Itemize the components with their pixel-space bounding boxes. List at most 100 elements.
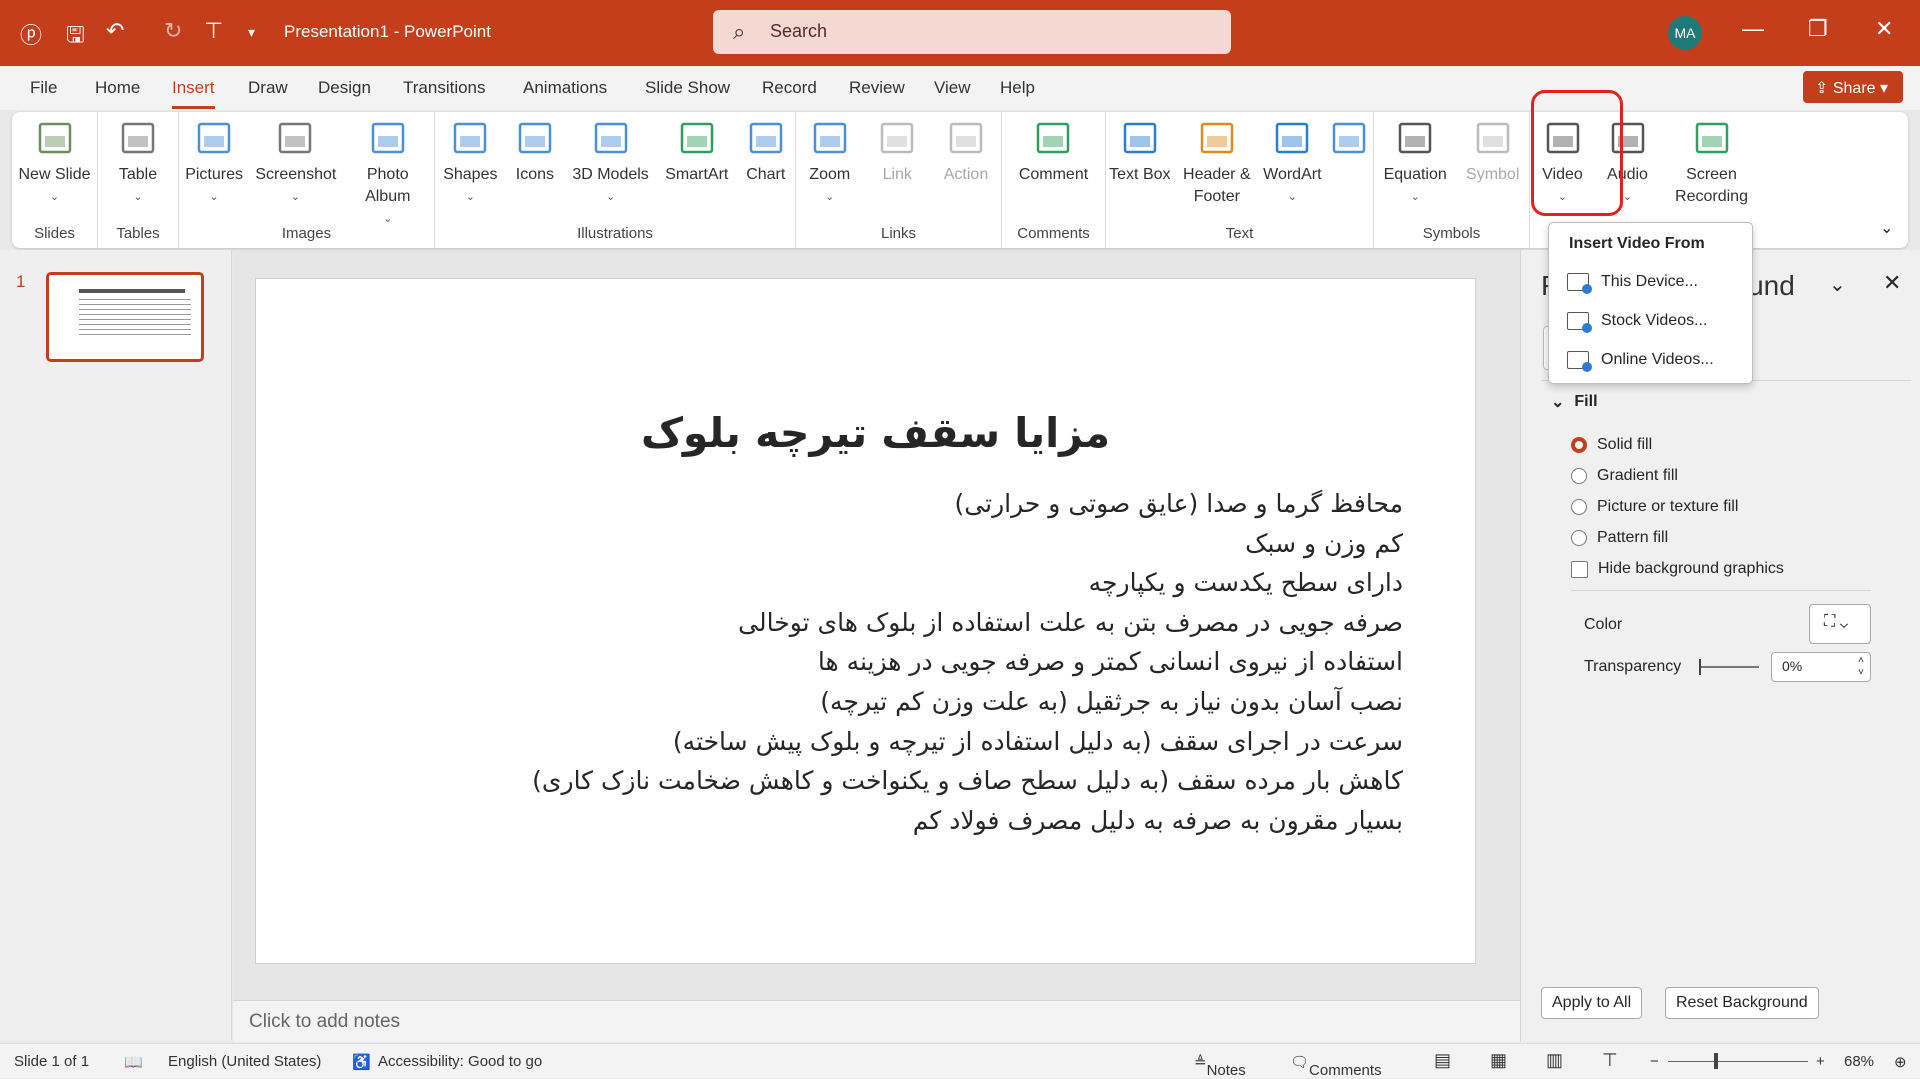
header-footer-button[interactable]: Header & Footer	[1177, 118, 1257, 208]
tab-help[interactable]: Help	[1000, 78, 1035, 98]
share-label: Share	[1832, 80, 1876, 97]
slider-thumb[interactable]	[1699, 659, 1701, 675]
collapse-ribbon-icon[interactable]: ⌄	[1880, 218, 1893, 238]
accessibility-icon[interactable]: ♿	[352, 1053, 371, 1071]
slide-body[interactable]: محافظ گرما و صدا (عایق صوتی و حرارتی) کم …	[532, 484, 1403, 840]
wordart-button[interactable]: WordArt ⌄	[1263, 118, 1322, 208]
fill-option-gradient-fill[interactable]: Gradient fill	[1571, 467, 1678, 485]
share-button[interactable]: ⇪ Share ▾	[1803, 71, 1903, 103]
zoom-button[interactable]: Zoom ⌄	[809, 118, 851, 208]
ribbon-group-comments: Comment Comments	[1002, 112, 1106, 248]
notes-button[interactable]: ≜ Notes	[1194, 1053, 1246, 1079]
chart-button[interactable]: Chart	[745, 118, 787, 208]
slide-thumbnail[interactable]	[46, 272, 204, 362]
radio-button[interactable]	[1571, 468, 1587, 484]
slideshow-icon[interactable]: ⊤	[1602, 1050, 1618, 1071]
zoom-level[interactable]: 68%	[1844, 1053, 1874, 1070]
radio-button[interactable]	[1571, 499, 1587, 515]
reading-view-icon[interactable]: ▥	[1546, 1050, 1563, 1071]
ribbon-tabs: File Home Insert Draw Design Transitions Anima…	[0, 66, 1920, 110]
menu-item-stock-videos[interactable]: Stock Videos...	[1567, 312, 1707, 333]
action-button[interactable]: Action	[944, 118, 988, 208]
present-icon[interactable]: ⊤	[204, 18, 223, 44]
fill-option-solid-fill[interactable]: Solid fill	[1571, 436, 1652, 454]
tab-insert[interactable]: Insert	[172, 78, 215, 109]
language[interactable]: English (United States)	[168, 1053, 321, 1070]
minimize-icon[interactable]: —	[1742, 16, 1764, 42]
transparency-input[interactable]: 0% ˄ ˅	[1771, 652, 1871, 682]
date-time-button[interactable]	[1328, 118, 1370, 208]
link-button[interactable]: Link	[876, 118, 918, 208]
tab-design[interactable]: Design	[318, 78, 371, 98]
button-label: Table	[118, 166, 158, 183]
text-box-button[interactable]: Text Box	[1109, 118, 1171, 208]
comment-button[interactable]: Comment	[1019, 118, 1088, 186]
button-label: Comment	[1018, 166, 1089, 183]
reset-background-button[interactable]: Reset Background	[1665, 987, 1819, 1019]
zoom-out-icon[interactable]: −	[1650, 1053, 1659, 1070]
zoom-slider[interactable]	[1668, 1053, 1808, 1069]
equation-button[interactable]: Equation ⌄	[1384, 118, 1447, 208]
new-slide-button[interactable]: New Slide ⌄	[18, 118, 91, 208]
photo-album-button[interactable]: Photo Album ⌄	[348, 118, 428, 230]
group-label: Comments	[1017, 225, 1090, 242]
tab-transitions[interactable]: Transitions	[403, 78, 486, 98]
tab-home[interactable]: Home	[95, 78, 140, 98]
tab-record[interactable]: Record	[762, 78, 817, 98]
accessibility-status[interactable]: Accessibility: Good to go	[378, 1053, 542, 1070]
menu-item-online-videos[interactable]: Online Videos...	[1567, 351, 1714, 372]
chevron-down-icon: ⌄	[49, 191, 60, 203]
group-label: Text	[1225, 225, 1254, 242]
spelling-icon[interactable]: 📖	[124, 1053, 143, 1071]
tab-file[interactable]: File	[30, 78, 57, 98]
radio-button[interactable]	[1571, 530, 1587, 546]
color-picker-button[interactable]: ⛶ ⌄	[1809, 604, 1871, 644]
zoom-in-icon[interactable]: +	[1816, 1053, 1825, 1070]
screenshot-button[interactable]: Screenshot ⌄	[255, 118, 336, 230]
customize-toolbar-icon[interactable]: ▾	[248, 24, 255, 41]
icons-button[interactable]: Icons	[514, 118, 556, 208]
close-icon[interactable]: ✕	[1875, 16, 1893, 42]
notes-input[interactable]: Click to add notes	[233, 1000, 1520, 1042]
chevron-down-icon: ⌄	[465, 191, 475, 203]
apply-to-all-button[interactable]: Apply to All	[1541, 987, 1643, 1019]
radio-button[interactable]	[1571, 437, 1587, 453]
screen-recording-button[interactable]: Screen Recording	[1672, 118, 1752, 208]
pane-options-chevron-icon[interactable]: ⌄	[1829, 272, 1846, 297]
slide-title[interactable]: مزایا سقف تیرچه بلوک	[256, 409, 1475, 457]
avatar[interactable]: MA	[1668, 16, 1702, 50]
redo-icon[interactable]: ↻	[164, 18, 182, 44]
undo-icon[interactable]: ↶	[106, 18, 124, 44]
normal-view-icon[interactable]: ▤	[1434, 1050, 1451, 1071]
smartart-button[interactable]: SmartArt	[665, 118, 728, 208]
fill-option-pattern-fill[interactable]: Pattern fill	[1571, 529, 1668, 547]
tab-slide-show[interactable]: Slide Show	[645, 78, 730, 98]
pictures-button[interactable]: Pictures ⌄	[185, 118, 243, 230]
save-icon[interactable]: 🖫	[66, 18, 85, 56]
symbol-button[interactable]: Symbol	[1466, 118, 1519, 208]
menu-item-this-device[interactable]: This Device...	[1567, 273, 1698, 294]
comments-button[interactable]: 🗨 Comments	[1290, 1053, 1382, 1079]
tab-animations[interactable]: Animations	[523, 78, 607, 98]
shapes-button[interactable]: Shapes ⌄	[443, 118, 497, 208]
spinner-icon[interactable]: ˄ ˅	[1858, 655, 1864, 679]
restore-icon[interactable]: ❐	[1808, 16, 1828, 42]
checkbox[interactable]	[1571, 560, 1588, 578]
tab-review[interactable]: Review	[849, 78, 905, 98]
tab-draw[interactable]: Draw	[248, 78, 288, 98]
slide-canvas[interactable]: مزایا سقف تیرچه بلوک محافظ گرما و صدا (ع…	[255, 278, 1476, 964]
table-button[interactable]: Table ⌄	[117, 118, 159, 208]
transparency-slider[interactable]	[1699, 659, 1759, 675]
slide-sorter-icon[interactable]: ▦	[1490, 1050, 1507, 1071]
bullet-item: کاهش بار مرده سقف (به دلیل سطح صاف و یکن…	[532, 766, 1403, 796]
fill-option-picture-or-texture-fill[interactable]: Picture or texture fill	[1571, 498, 1738, 516]
zoom-slider-thumb[interactable]	[1714, 1053, 1718, 1069]
tab-view[interactable]: View	[934, 78, 971, 98]
search-box[interactable]: ⌕ Search	[713, 10, 1231, 54]
fit-to-window-icon[interactable]: ⊕	[1894, 1053, 1907, 1071]
fill-section-toggle[interactable]: ⌄ Fill	[1551, 392, 1598, 412]
pane-close-icon[interactable]: ✕	[1883, 270, 1901, 296]
hide-background-checkbox[interactable]: Hide background graphics	[1571, 560, 1784, 578]
3d-models-button[interactable]: 3D Models ⌄	[572, 118, 649, 208]
bullet-item: صرفه جویی در مصرف بتن به علت استفاده از …	[738, 607, 1403, 637]
